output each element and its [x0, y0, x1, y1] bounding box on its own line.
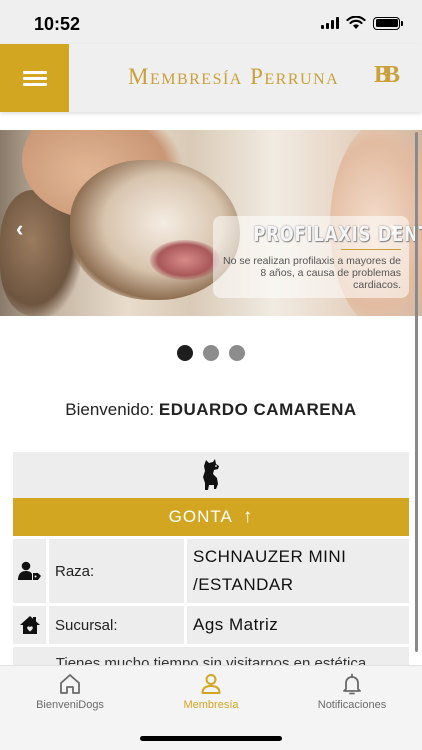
- tab-notificaciones[interactable]: Notificaciones: [282, 672, 422, 711]
- pet-name-toggle[interactable]: GONTA ↑: [13, 498, 409, 536]
- status-time: 10:52: [34, 14, 81, 34]
- tab-membresia[interactable]: Membresía: [141, 672, 281, 711]
- app-header: Membresía Perruna BB: [0, 44, 422, 112]
- battery-icon: [373, 16, 403, 30]
- user-icon: [201, 674, 221, 694]
- arrow-up-icon: ↑: [242, 506, 254, 527]
- branch-row: Sucursal: Ags Matriz: [13, 606, 409, 644]
- carousel-next-icon[interactable]: ›: [390, 216, 397, 242]
- home-indicator[interactable]: [140, 736, 282, 741]
- status-bar: 10:52: [0, 0, 422, 44]
- user-tag-icon: [13, 539, 46, 603]
- promo-carousel[interactable]: PROFILAXIS DENTALES No se realizan profi…: [0, 130, 422, 316]
- breed-value: SCHNAUZER MINI /ESTANDAR: [187, 539, 409, 603]
- hamburger-menu-icon: [22, 68, 47, 89]
- carousel-dot[interactable]: [203, 345, 219, 361]
- welcome-prefix: Bienvenido:: [65, 400, 155, 419]
- pet-avatar-bar: [13, 452, 409, 498]
- visit-notice: Tienes mucho tiempo sin visitarnos en es…: [13, 647, 409, 665]
- carousel-dot[interactable]: [177, 345, 193, 361]
- tab-bienvenidogs[interactable]: BienveniDogs: [0, 672, 140, 711]
- carousel-divider: [341, 249, 401, 250]
- bell-icon: [343, 673, 361, 695]
- brand-logo: BB: [374, 62, 400, 88]
- tab-label: BienveniDogs: [36, 699, 104, 711]
- house-icon: [13, 606, 46, 644]
- breed-label: Raza:: [49, 539, 184, 603]
- carousel-title: PROFILAXIS DENTALES: [253, 222, 422, 246]
- carousel-pagination: [0, 345, 422, 361]
- scrollbar[interactable]: [415, 132, 418, 652]
- wifi-icon: [346, 16, 366, 29]
- user-name: EDUARDO CAMARENA: [158, 400, 357, 419]
- cellular-signal-icon: [321, 17, 339, 29]
- breed-row: Raza: SCHNAUZER MINI /ESTANDAR: [13, 539, 409, 603]
- schnauzer-dog-icon: [203, 459, 219, 490]
- tab-label: Membresía: [183, 699, 239, 711]
- menu-button[interactable]: [0, 44, 69, 112]
- carousel-dot[interactable]: [229, 345, 245, 361]
- tab-label: Notificaciones: [317, 699, 387, 711]
- carousel-image-dog-mouth: [150, 240, 220, 280]
- pet-name: GONTA: [168, 507, 233, 526]
- brand-title: Membresía Perruna: [128, 64, 340, 89]
- branch-value: Ags Matriz: [187, 606, 409, 644]
- home-icon: [60, 674, 80, 694]
- carousel-text: No se realizan profilaxis a mayores de 8…: [223, 255, 401, 291]
- status-icons: [321, 16, 403, 30]
- carousel-prev-icon[interactable]: ‹: [16, 216, 23, 242]
- carousel-caption: PROFILAXIS DENTALES No se realizan profi…: [213, 216, 422, 298]
- welcome-message: Bienvenido: EDUARDO CAMARENA: [0, 400, 422, 420]
- main-content[interactable]: PROFILAXIS DENTALES No se realizan profi…: [0, 112, 422, 665]
- branch-label: Sucursal:: [49, 606, 184, 644]
